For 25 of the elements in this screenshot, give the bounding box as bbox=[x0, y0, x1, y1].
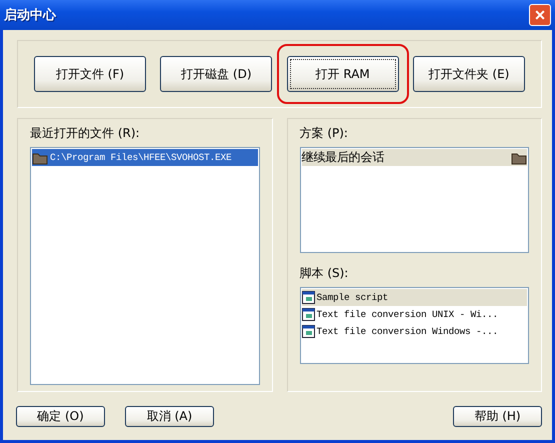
scheme-list[interactable]: 继续最后的会话 bbox=[300, 147, 529, 253]
window-title: 启动中心 bbox=[4, 6, 56, 24]
list-item[interactable]: 继续最后的会话 bbox=[302, 149, 527, 166]
list-label: 最近打开的文件 (R): bbox=[30, 125, 141, 142]
list-label: 脚本 (S): bbox=[300, 265, 350, 282]
list-item[interactable]: Sample script bbox=[302, 289, 527, 306]
folder-icon bbox=[511, 150, 527, 164]
window-icon bbox=[302, 291, 314, 304]
open-button[interactable]: 打开磁盘 (D) bbox=[160, 56, 272, 92]
list-item[interactable]: Text file conversion Windows -... bbox=[302, 323, 527, 340]
folder-icon bbox=[32, 150, 48, 164]
close-button[interactable]: × bbox=[529, 4, 551, 26]
window-icon bbox=[302, 325, 314, 338]
help-button[interactable]: 帮助 (H) bbox=[453, 406, 542, 427]
list-item[interactable]: C:\Program Files\HFEE\SVOHOST.EXE bbox=[32, 149, 258, 166]
script-list[interactable]: Sample script Text file conversion UNIX - Wi... Text file conversion Windows -... bbox=[300, 287, 529, 364]
list-item[interactable]: Text file conversion UNIX - Wi... bbox=[302, 306, 527, 323]
file-list[interactable]: C:\Program Files\HFEE\SVOHOST.EXE bbox=[30, 147, 260, 385]
window-icon bbox=[302, 308, 314, 321]
list-label: 方案 (P): bbox=[300, 125, 349, 142]
dialog-button[interactable]: 取消 (A) bbox=[125, 406, 214, 427]
open-button[interactable]: 打开文件 (F) bbox=[34, 56, 146, 92]
dialog-button[interactable]: 确定 (O) bbox=[16, 406, 105, 427]
open-button[interactable]: 打开 RAM bbox=[286, 56, 399, 92]
open-button[interactable]: 打开文件夹 (E) bbox=[412, 56, 525, 92]
